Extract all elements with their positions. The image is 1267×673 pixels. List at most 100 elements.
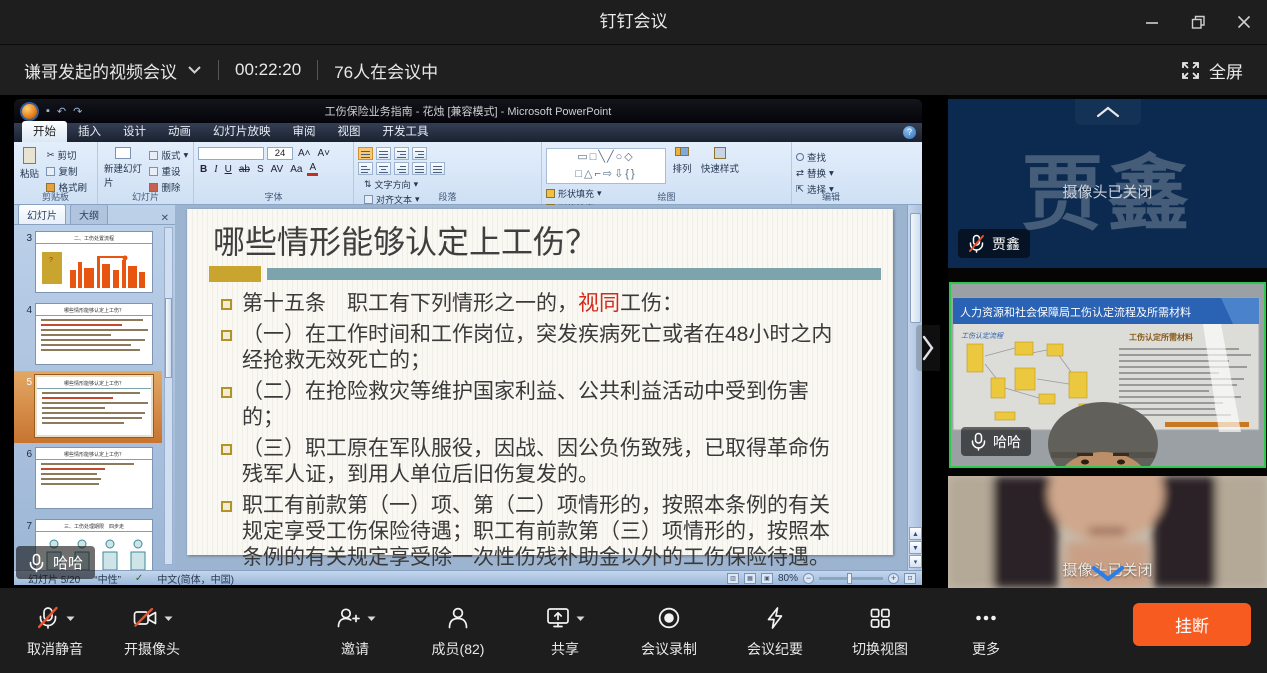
hangup-button[interactable]: 挂断 [1133,603,1251,646]
restore-button[interactable] [1175,0,1221,44]
align-right-button[interactable] [394,162,409,175]
close-button[interactable] [1221,0,1267,44]
help-icon[interactable]: ? [903,126,916,139]
mic-icon [971,432,986,451]
switch-view-button[interactable]: 切换视图 [832,599,928,659]
slide-thumbnail-3[interactable]: 3 二、工伤处置流程 ? [14,227,162,299]
sorter-view-button[interactable]: ▦ [744,573,756,584]
panel-tab-outline[interactable]: 大纲 [70,204,108,224]
fit-to-window-button[interactable]: ⊡ [904,573,916,584]
font-size-select[interactable]: 24 [267,147,293,160]
layout-button[interactable]: 版式 ▾ [149,148,188,162]
panel-scrollbar[interactable] [164,227,173,565]
underline-button[interactable]: U [223,164,234,175]
flash-minutes-icon [762,605,788,631]
font-name-select[interactable] [198,147,264,160]
next-slide-button[interactable]: ▼ [909,541,922,554]
ribbon-group-font: 24 A˄ A˅ B I U ab S AV Aa A 字体 [194,142,354,204]
minutes-button[interactable]: 会议纪要 [727,599,823,659]
arrange-button[interactable]: 排列 [672,147,691,175]
zoom-out-button[interactable]: − [803,573,814,584]
slideshow-view-button[interactable]: ▣ [761,573,773,584]
slide-bullets: 第十五条 职工有下列情形之一的，视同工伤： （一）在工作时间和工作岗位，突发疾病… [219,291,847,576]
meeting-name-dropdown[interactable]: 谦哥发起的视频会议 [24,58,202,83]
tab-slideshow[interactable]: 幻灯片放映 [202,121,282,142]
font-color-button[interactable]: A [307,162,318,176]
minimize-icon [1145,15,1159,29]
italic-button[interactable]: I [212,164,219,175]
panel-close-icon[interactable]: ✕ [161,213,169,224]
poster-right-heading: 工伤认定所需材料 [1129,332,1193,342]
quick-styles-button[interactable]: 快速样式 [701,147,739,175]
previous-slide-button[interactable]: ▲ [909,527,922,540]
more-button[interactable]: 更多 [938,599,1034,659]
collapse-tiles-button[interactable] [1075,99,1141,125]
record-button[interactable]: 会议录制 [621,599,717,659]
shrink-font-button[interactable]: A˅ [316,148,333,159]
find-button[interactable]: 查找 [796,150,834,164]
members-button[interactable]: 成员(82) [410,599,506,659]
slide-thumbnail-4[interactable]: 4 哪些情形能够认定上工伤？ [14,299,162,371]
fullscreen-button[interactable]: 全屏 [1181,45,1243,96]
minimize-button[interactable] [1129,0,1175,44]
align-left-button[interactable] [358,162,373,175]
slide-bullet-1: 第十五条 职工有下列情形之一的，视同工伤： [219,291,847,317]
zoom-in-button[interactable]: + [888,573,899,584]
numbering-button[interactable] [376,147,391,160]
members-icon [445,605,471,631]
layout-icon [149,151,158,160]
justify-button[interactable] [412,162,427,175]
tab-insert[interactable]: 插入 [67,121,112,142]
tab-design[interactable]: 设计 [112,121,157,142]
tab-view[interactable]: 视图 [327,121,372,142]
invite-button[interactable]: 邀请 [307,599,403,659]
zoom-slider[interactable] [819,577,883,580]
share-button[interactable]: 共享 [517,599,613,659]
panel-tab-slides[interactable]: 幻灯片 [18,204,66,224]
ppt-status-bar: 幻灯片 5/20 “中性” ✓ 中文(简体，中国) ▥ ▦ ▣ 80% − + … [14,570,922,585]
collapse-panel-button[interactable] [916,325,940,371]
invite-icon [335,605,362,631]
scroll-down-button[interactable]: ▾ [909,555,922,568]
poster-left-heading: 工伤认定流程 [961,332,1004,340]
unmute-button[interactable]: 取消静音 [7,599,103,659]
grow-font-button[interactable]: A˄ [296,148,313,159]
arrange-icon [675,147,689,159]
columns-button[interactable] [430,162,445,175]
replace-button[interactable]: ⇄替换 ▾ [796,166,834,180]
current-slide[interactable]: 哪些情形能够认定上工伤？ 第十五条 职工有下列情形之一的，视同工伤： （一）在工… [187,209,893,555]
slide-scrollbar[interactable]: ▲ ▼ ▾ [907,205,922,570]
participant-tile-camera-off[interactable]: 摄像头已关闭 [948,476,1267,588]
tab-animations[interactable]: 动画 [157,121,202,142]
increase-indent-button[interactable] [412,147,427,160]
new-slide-button[interactable]: 新建幻灯片 [104,147,142,189]
paste-button[interactable]: 粘贴 [20,147,39,180]
decrease-indent-button[interactable] [394,147,409,160]
tab-review[interactable]: 审阅 [282,121,327,142]
normal-view-button[interactable]: ▥ [727,573,739,584]
strikethrough-button[interactable]: ab [237,164,252,175]
copy-button[interactable]: 复制 [46,164,87,178]
align-center-button[interactable] [376,162,391,175]
shadow-button[interactable]: S [255,164,266,175]
caret-down-icon [576,615,585,622]
cut-button[interactable]: ✂剪切 [46,148,87,162]
bullets-button[interactable] [358,147,373,160]
camera-on-button[interactable]: 开摄像头 [104,599,200,659]
slide-thumbnail-panel: 幻灯片 大纲 ✕ 3 二、工伤处置流程 ? [14,205,175,570]
participant-badge: 哈哈 [961,427,1031,456]
participant-tile-jiaxin[interactable]: 贾鑫 摄像头已关闭 贾鑫 [948,99,1267,268]
mic-muted-icon [35,605,61,631]
spellcheck-icon[interactable]: ✓ [135,573,143,584]
shape-gallery[interactable]: ▭□╲╱○◇□△⌐⇨⇩{} [546,148,666,184]
char-spacing-button[interactable]: AV [269,164,286,175]
slide-thumbnail-6[interactable]: 6 哪些情形能够认定上工伤？ [14,443,162,515]
slide-thumbnail-5-selected[interactable]: 5 哪些情形能够认定上工伤？ [14,371,162,443]
participant-tile-haha-active[interactable]: 人力资源和社会保障局工伤认定流程及所需材料 工伤认定流程 工伤认定所需材料 [949,282,1266,468]
tab-home[interactable]: 开始 [22,121,67,142]
bold-button[interactable]: B [198,164,209,175]
change-case-button[interactable]: Aa [288,164,304,175]
thumbnail-art-industrial: ? [36,244,152,293]
reset-button[interactable]: 重设 [149,164,188,178]
tab-developer[interactable]: 开发工具 [372,121,440,142]
